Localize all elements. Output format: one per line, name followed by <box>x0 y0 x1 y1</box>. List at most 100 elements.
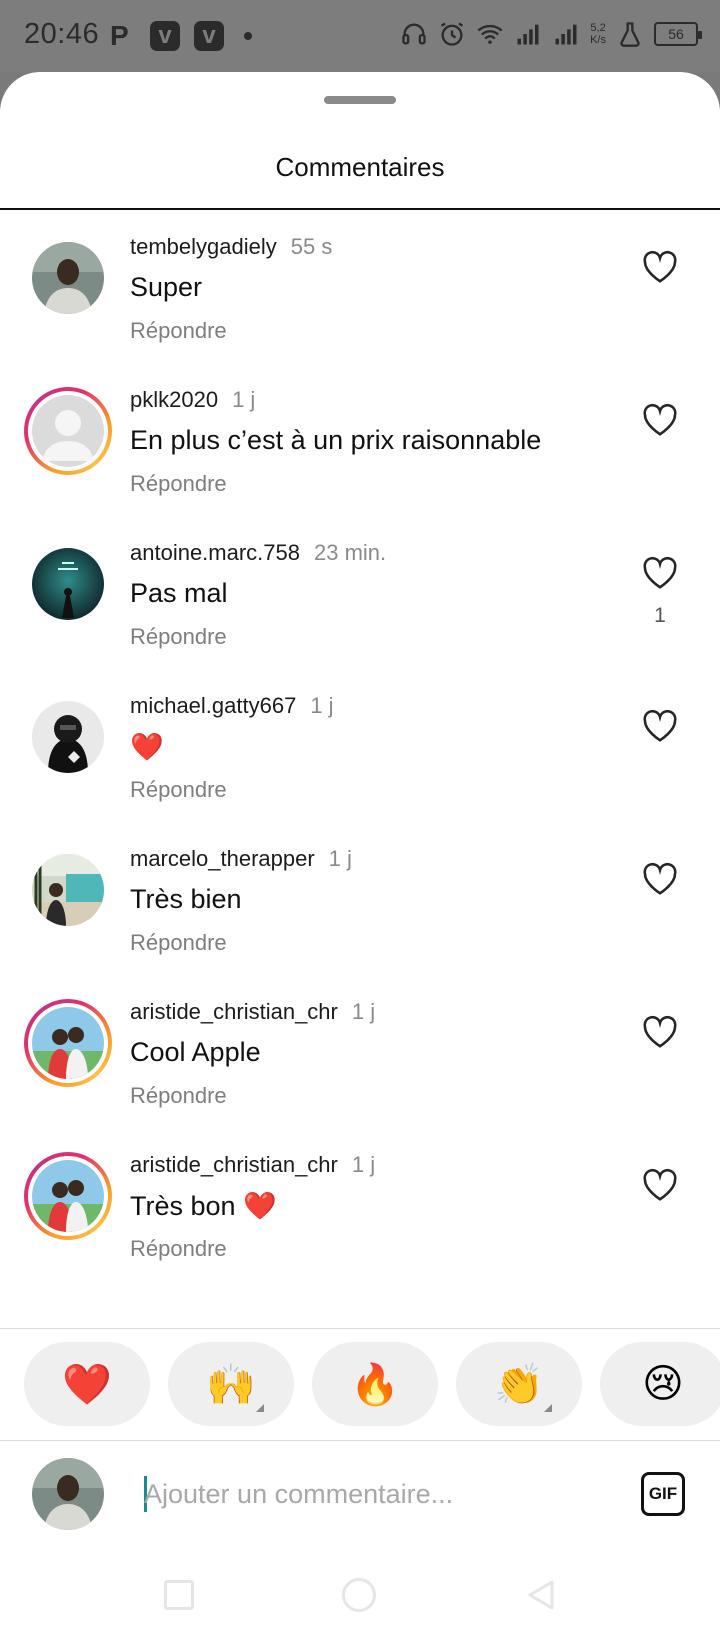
heart-icon[interactable] <box>642 1015 678 1049</box>
comment-username[interactable]: tembelygadiely <box>130 234 277 260</box>
comment-time: 1 j <box>351 999 376 1024</box>
reply-button[interactable]: Répondre <box>130 1083 227 1109</box>
gif-button[interactable]: GIF <box>641 1472 685 1516</box>
reply-button[interactable]: Répondre <box>130 930 227 956</box>
recent-apps-icon[interactable] <box>164 1580 194 1610</box>
quick-reactions-bar: ❤️ 🙌 🔥 👏 😢 <box>24 1342 720 1426</box>
comment-time: 1 j <box>232 387 256 412</box>
like-count: 1 <box>654 604 666 627</box>
comment-header: tembelygadiely 55 s <box>130 234 332 260</box>
reactions-divider <box>0 1328 720 1329</box>
comment-username[interactable]: aristide_christian_chr <box>130 1152 338 1178</box>
comment-item: antoine.marc.758 23 min. Pas mal Répondr… <box>0 518 720 671</box>
status-bar: 20:46 P v v 5,2 K/s 56 <box>0 0 720 72</box>
reply-button[interactable]: Répondre <box>130 777 227 803</box>
avatar[interactable] <box>24 540 112 628</box>
heart-icon[interactable] <box>642 556 678 590</box>
heart-icon[interactable] <box>642 709 678 743</box>
battery-icon: 56 <box>654 22 702 46</box>
title-divider <box>0 208 720 210</box>
comment-item: aristide_christian_chr 1 j Cool Apple Ré… <box>0 977 720 1130</box>
comment-time: 1 j <box>328 846 352 871</box>
comment-item: michael.gatty667 1 j ❤️ Répondre <box>0 671 720 824</box>
heart-icon[interactable] <box>642 862 678 896</box>
reply-button[interactable]: Répondre <box>130 471 227 497</box>
avatar-photo <box>32 701 104 773</box>
reply-button[interactable]: Répondre <box>130 318 227 344</box>
avatar[interactable] <box>24 693 112 781</box>
heart-icon[interactable] <box>642 403 678 437</box>
avatar-ring-inner <box>28 391 108 471</box>
v-app-icon: v <box>150 21 180 51</box>
raised-hands-emoji: 🙌 <box>206 1361 256 1408</box>
headset-icon <box>402 23 426 45</box>
alarm-icon <box>440 22 464 46</box>
comment-text: ❤️ <box>130 732 164 762</box>
reply-button[interactable]: Répondre <box>130 1236 227 1262</box>
home-icon[interactable] <box>342 1578 376 1612</box>
comment-time: 1 j <box>310 693 334 718</box>
default-avatar-icon <box>32 395 104 467</box>
comment-header: antoine.marc.758 23 min. <box>130 540 386 566</box>
reaction-fire-button[interactable]: 🔥 <box>312 1342 438 1426</box>
comment-item: marcelo_therapper 1 j Très bien Répondre <box>0 824 720 977</box>
reaction-clap-button[interactable]: 👏 <box>456 1342 582 1426</box>
avatar-ring-inner <box>28 1003 108 1083</box>
status-system-icons: 5,2 K/s 56 <box>400 20 702 48</box>
avatar[interactable] <box>24 387 112 475</box>
comment-username[interactable]: antoine.marc.758 <box>130 540 300 566</box>
v-app-icon: v <box>194 21 224 51</box>
signal-icon <box>517 24 539 45</box>
comment-text: Super <box>130 272 203 302</box>
comment-time: 23 min. <box>314 540 387 565</box>
avatar[interactable] <box>24 846 112 934</box>
p-icon: P <box>110 20 129 51</box>
heart-icon[interactable] <box>642 1168 678 1202</box>
reaction-raised-hands-button[interactable]: 🙌 <box>168 1342 294 1426</box>
comment-text: Cool Apple <box>130 1037 261 1067</box>
comment-input[interactable] <box>144 1470 594 1518</box>
avatar-photo <box>32 548 104 620</box>
comment-time: 1 j <box>351 1152 376 1177</box>
reply-button[interactable]: Répondre <box>130 624 227 650</box>
sheet-title: Commentaires <box>275 152 445 182</box>
current-user-avatar <box>32 1458 104 1530</box>
comment-item: pklk2020 1 j En plus c’est à un prix rai… <box>0 365 720 518</box>
avatar-photo <box>32 242 104 314</box>
comment-header: michael.gatty667 1 j <box>130 693 334 719</box>
comment-header: marcelo_therapper 1 j <box>130 846 352 872</box>
comment-username[interactable]: aristide_christian_chr <box>130 999 338 1025</box>
comment-header: aristide_christian_chr 1 j <box>130 1152 375 1178</box>
avatar[interactable] <box>24 999 112 1087</box>
comment-username[interactable]: michael.gatty667 <box>130 693 296 719</box>
flask-icon <box>620 22 640 47</box>
comment-text: Très bien <box>130 884 242 914</box>
drag-handle[interactable] <box>324 96 396 104</box>
reaction-heart-button[interactable]: ❤️ <box>24 1342 150 1426</box>
heart-icon[interactable] <box>642 250 678 284</box>
comments-sheet: Commentaires tembelygadiely 55 s Super R… <box>0 72 720 1640</box>
avatar[interactable] <box>24 1152 112 1240</box>
comment-header: pklk2020 1 j <box>130 387 255 413</box>
comment-time: 55 s <box>290 234 333 259</box>
comment-text: Très bon ❤️ <box>130 1191 277 1221</box>
comment-username[interactable]: marcelo_therapper <box>130 846 315 872</box>
back-icon[interactable] <box>524 1578 558 1612</box>
reaction-crying-button[interactable]: 😢 <box>600 1342 720 1426</box>
comment-item: aristide_christian_chr 1 j Très bon ❤️ R… <box>0 1130 720 1283</box>
network-speed: 5,2 K/s <box>590 22 606 46</box>
comment-text: Pas mal <box>130 578 228 608</box>
status-notification-icons: P v v <box>110 20 252 52</box>
wifi-icon <box>477 24 503 44</box>
comment-username[interactable]: pklk2020 <box>130 387 218 413</box>
signal-icon <box>555 24 577 45</box>
more-notifications-dot-icon <box>244 32 252 40</box>
clapping-hands-emoji: 👏 <box>494 1361 544 1408</box>
battery-level: 56 <box>668 26 684 42</box>
comment-item: tembelygadiely 55 s Super Répondre <box>0 212 720 365</box>
comment-header: aristide_christian_chr 1 j <box>130 999 375 1025</box>
avatar[interactable] <box>24 234 112 322</box>
composer-divider <box>0 1440 720 1441</box>
avatar-photo <box>32 1007 104 1079</box>
avatar-photo <box>32 854 104 926</box>
